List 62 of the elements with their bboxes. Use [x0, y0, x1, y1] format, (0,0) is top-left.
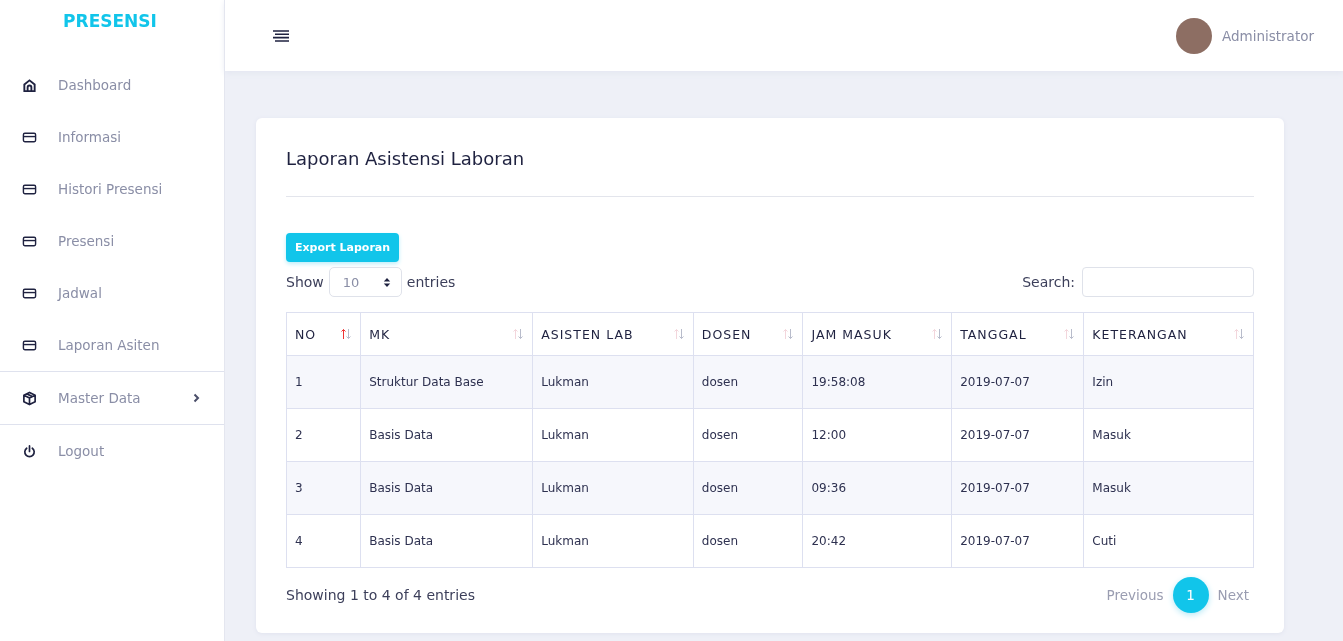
- table-cell: 1: [286, 355, 361, 409]
- sidebar-item[interactable]: Histori Presensi: [0, 163, 224, 215]
- table-cell: dosen: [693, 408, 803, 462]
- menu-icon[interactable]: [272, 28, 290, 43]
- table-cell: Basis Data: [360, 408, 533, 462]
- card-title: Laporan Asistensi Laboran: [286, 148, 526, 171]
- sidebar-item[interactable]: Laporan Asiten: [0, 319, 224, 371]
- search-field[interactable]: [1082, 267, 1254, 297]
- sidebar-item[interactable]: Master Data: [0, 372, 224, 424]
- table-cell: 2019-07-07: [951, 514, 1084, 568]
- table-cell: 2019-07-07: [951, 408, 1084, 462]
- column-header[interactable]: TANGGAL: [951, 312, 1084, 356]
- column-header[interactable]: JAM MASUK: [802, 312, 952, 356]
- search-label: Search:: [1022, 274, 1075, 290]
- entries-label: entries: [406, 274, 456, 290]
- updown-caret-icon: [382, 276, 391, 288]
- sidebar-item[interactable]: Presensi: [0, 215, 224, 267]
- table-cell: dosen: [693, 355, 803, 409]
- table-cell: 2019-07-07: [951, 355, 1084, 409]
- table-cell: Masuk: [1083, 408, 1254, 462]
- column-header[interactable]: DOSEN: [693, 312, 803, 356]
- table-cell: 2019-07-07: [951, 461, 1084, 515]
- table-cell: 4: [286, 514, 361, 568]
- table-cell: Lukman: [532, 355, 694, 409]
- sidebar-item[interactable]: Logout: [0, 425, 224, 477]
- table-cell: Basis Data: [360, 514, 533, 568]
- column-header[interactable]: MK: [360, 312, 533, 356]
- table-cell: Lukman: [532, 514, 694, 568]
- pagination-button[interactable]: Next: [1212, 577, 1254, 613]
- table-cell: Cuti: [1083, 514, 1254, 568]
- table-cell: 2: [286, 408, 361, 462]
- entries-select[interactable]: 10: [328, 267, 402, 297]
- table-cell: Izin: [1083, 355, 1254, 409]
- table-cell: 12:00: [802, 408, 952, 462]
- table-cell: Lukman: [532, 408, 694, 462]
- table-cell: Struktur Data Base: [360, 355, 533, 409]
- home-icon: [22, 77, 37, 93]
- table-cell: Masuk: [1083, 461, 1254, 515]
- avatar[interactable]: [1175, 17, 1212, 54]
- table-cell: 20:42: [802, 514, 952, 568]
- table-cell: dosen: [693, 461, 803, 515]
- table-info: Showing 1 to 4 of 4 entries: [286, 587, 475, 603]
- column-header[interactable]: KETERANGAN: [1083, 312, 1254, 356]
- table-cell: 3: [286, 461, 361, 515]
- brand-logo[interactable]: PRESENSI: [0, 0, 220, 59]
- pagination-button[interactable]: 1: [1172, 577, 1209, 613]
- cube-icon: [22, 390, 37, 406]
- table-cell: 19:58:08: [802, 355, 952, 409]
- table-cell: 09:36: [802, 461, 952, 515]
- sidebar-item[interactable]: Informasi: [0, 111, 224, 163]
- show-label: Show: [286, 274, 324, 290]
- column-header[interactable]: ASISTEN LAB: [532, 312, 694, 356]
- power-icon: [22, 443, 37, 459]
- table-cell: Lukman: [532, 461, 694, 515]
- export-button[interactable]: Export Laporan: [286, 233, 400, 262]
- table-cell: Basis Data: [360, 461, 533, 515]
- column-header[interactable]: NO: [286, 312, 361, 356]
- user-name[interactable]: Administrator: [1221, 27, 1314, 44]
- pagination-button[interactable]: Previous: [1101, 577, 1169, 613]
- sidebar-item[interactable]: Dashboard: [0, 59, 224, 111]
- table-cell: dosen: [693, 514, 803, 568]
- sidebar-item[interactable]: Jadwal: [0, 267, 224, 319]
